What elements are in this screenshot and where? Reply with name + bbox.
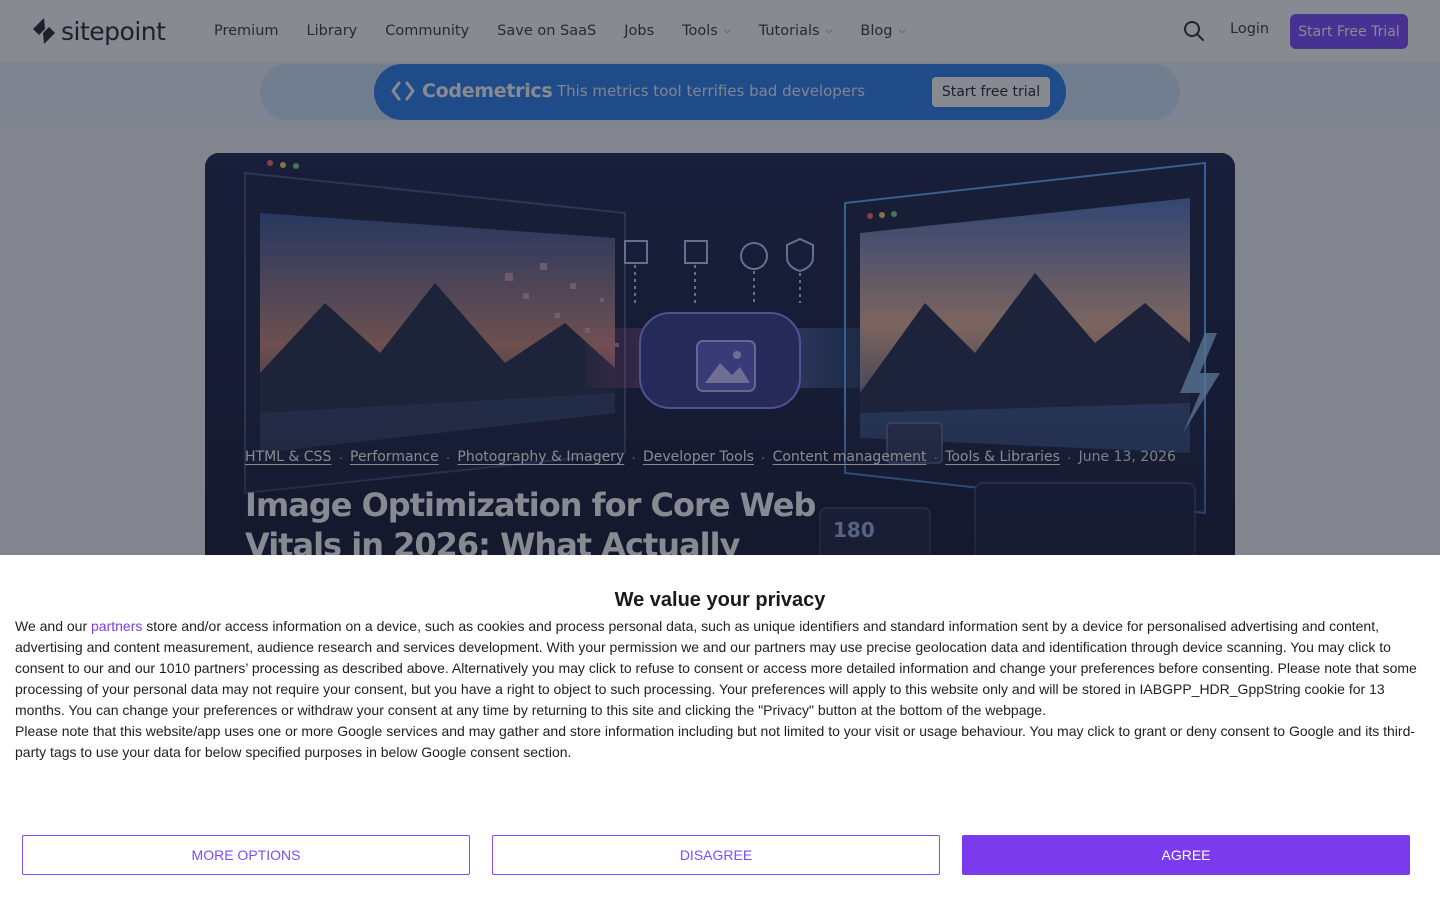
- nav-save-on-saas[interactable]: Save on SaaS: [497, 23, 596, 39]
- tag-separator: ·: [1066, 449, 1072, 465]
- promo-banner: Codemetrics This metrics tool terrifies …: [0, 62, 1440, 124]
- nav-label: Blog: [860, 23, 893, 39]
- sitepoint-logo[interactable]: sitepoint: [31, 16, 166, 46]
- tag-tools-libraries[interactable]: Tools & Libraries: [945, 449, 1060, 465]
- consent-text: store and/or access information on a dev…: [15, 618, 1417, 718]
- nav-label: Tools: [682, 23, 718, 39]
- nav-tools[interactable]: Tools ⌵: [682, 23, 731, 39]
- login-button[interactable]: Login: [1230, 21, 1269, 37]
- tag-separator: ·: [631, 449, 636, 465]
- site-header: sitepoint Premium Library Community Save…: [0, 0, 1440, 62]
- nav-label: Community: [385, 23, 470, 39]
- promo-brand: Codemetrics: [422, 80, 553, 102]
- more-options-button[interactable]: MORE OPTIONS: [22, 835, 470, 875]
- tag-content-management[interactable]: Content management: [773, 449, 927, 465]
- partners-link[interactable]: partners: [91, 618, 142, 634]
- tag-performance[interactable]: Performance: [350, 449, 439, 465]
- nav-blog[interactable]: Blog ⌵: [860, 23, 905, 39]
- tag-separator: ·: [933, 449, 939, 465]
- chevron-down-icon: ⌵: [825, 26, 833, 36]
- start-free-trial-button[interactable]: Start Free Trial: [1290, 14, 1408, 49]
- promo-start-free-trial-button[interactable]: Start free trial: [932, 77, 1050, 107]
- logo-text: sitepoint: [61, 16, 166, 46]
- nav-label: Tutorials: [758, 23, 820, 39]
- search-icon: [1184, 21, 1204, 41]
- promo-tagline: This metrics tool terrifies bad develope…: [557, 82, 866, 100]
- agree-button[interactable]: AGREE: [962, 835, 1410, 875]
- nav-jobs[interactable]: Jobs: [624, 23, 654, 39]
- consent-google-paragraph: Please note that this website/app uses o…: [15, 723, 1416, 760]
- nav-library[interactable]: Library: [307, 23, 358, 39]
- consent-text: We and our: [15, 618, 92, 634]
- tag-developer-tools[interactable]: Developer Tools: [643, 449, 754, 465]
- main-nav: Premium Library Community Save on SaaS J…: [214, 0, 933, 62]
- nav-community[interactable]: Community: [385, 23, 469, 39]
- tag-separator: ·: [338, 449, 343, 465]
- nav-label: Premium: [214, 23, 279, 39]
- promo-pill[interactable]: Codemetrics This metrics tool terrifies …: [374, 64, 1066, 120]
- tag-photography-imagery[interactable]: Photography & Imagery: [457, 449, 624, 465]
- article-date: June 13, 2026: [1078, 449, 1176, 465]
- code-brackets-icon: [391, 81, 415, 101]
- consent-body: We and our partners store and/or access …: [15, 616, 1423, 763]
- chevron-down-icon: ⌵: [723, 26, 731, 36]
- consent-title: We value your privacy: [614, 589, 826, 611]
- nav-label: Library: [306, 23, 358, 39]
- chevron-down-icon: ⌵: [898, 26, 906, 36]
- promo-container: Codemetrics This metrics tool terrifies …: [260, 64, 1180, 120]
- tag-separator: ·: [445, 449, 451, 465]
- nav-premium[interactable]: Premium: [214, 23, 279, 39]
- article-meta: HTML & CSS · Performance · Photography &…: [245, 449, 1176, 465]
- search-button[interactable]: [1183, 20, 1205, 42]
- privacy-consent-dialog: We value your privacy We and our partner…: [0, 555, 1440, 900]
- sitepoint-logo-icon: [33, 18, 55, 44]
- tag-html-css[interactable]: HTML & CSS: [245, 449, 331, 465]
- nav-label: Save on SaaS: [497, 23, 597, 39]
- disagree-button[interactable]: DISAGREE: [492, 835, 940, 875]
- consent-paragraph: We and our partners store and/or access …: [15, 616, 1423, 721]
- codemetrics-logo: Codemetrics: [390, 80, 553, 102]
- nav-label: Jobs: [624, 23, 655, 39]
- nav-tutorials[interactable]: Tutorials ⌵: [759, 23, 833, 39]
- tag-separator: ·: [760, 449, 766, 465]
